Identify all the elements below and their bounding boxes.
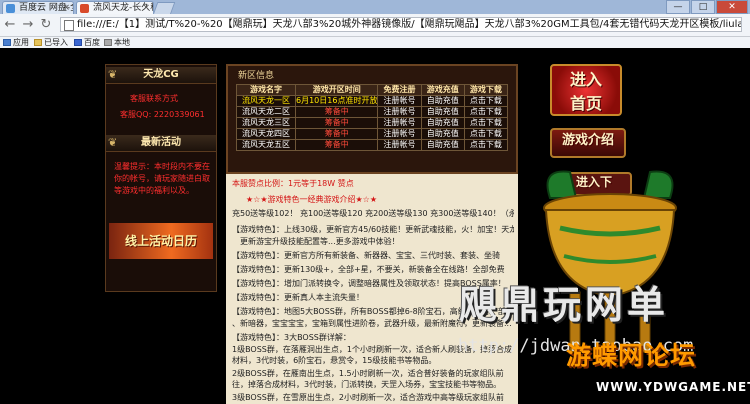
bookmark-apps[interactable]: 应用 xyxy=(3,37,29,48)
tab-liufeng-tianlong[interactable]: 流风天龙-长久稳定-只余 × xyxy=(76,1,154,14)
service-qq[interactable]: 客服QQ: 2220339061 xyxy=(120,109,205,120)
close-window-button[interactable]: ✕ xyxy=(716,0,748,14)
column-header: 游戏下载 xyxy=(463,84,509,96)
brand-overlay: 飓鼎玩网单 http://jdwan.taobao.com xyxy=(444,144,750,356)
open-time: 筹备中 xyxy=(294,128,379,140)
minimize-button[interactable]: — xyxy=(666,0,690,14)
bookmark-imported[interactable]: 已导入 xyxy=(34,37,68,48)
recharge-link[interactable]: 自助充值 xyxy=(420,106,465,118)
column-header: 游戏充值 xyxy=(420,84,465,96)
forum-watermark: 游蝶网论坛 xyxy=(566,341,697,370)
open-time: 筹备中 xyxy=(294,106,379,118)
forward-arrow-icon[interactable]: → xyxy=(20,17,36,33)
dragon-icon: ❦ xyxy=(108,136,118,149)
sidebar-header-activity: ❦ 最新活动 xyxy=(106,135,216,152)
boss-level-2: 2级BOSS群，在雁南出生点，1.5小时刷新一次，适合普好装备的玩家组队前往，掉… xyxy=(232,369,504,389)
register-link[interactable]: 注册帐号 xyxy=(377,106,422,118)
sidebar-header-cg: ❦ 天龙CG xyxy=(106,67,216,84)
download-link[interactable]: 点击下载 xyxy=(463,95,509,107)
server-name: 流风天龙四区 xyxy=(236,128,296,140)
register-link[interactable]: 注册帐号 xyxy=(377,128,422,140)
boss-level-3: 3级BOSS群，在雪原出生点，2小时刷新一次，适合游戏中高等级玩家组队前往，掉落… xyxy=(232,393,504,402)
reload-icon[interactable]: ↻ xyxy=(38,17,54,33)
table-row: 流风天龙四区 筹备中 注册帐号 自助充值 点击下载 xyxy=(236,128,509,140)
url-text: file:///E:/【1】测试/T%20-%20【飓鼎玩】天龙八部3%20城外… xyxy=(77,19,741,30)
column-header: 免费注册 xyxy=(377,84,422,96)
server-name: 流风天龙三区 xyxy=(236,117,296,129)
service-title: 客服联系方式 xyxy=(130,94,178,103)
address-bar[interactable]: file:///E:/【1】测试/T%20-%20【飓鼎玩】天龙八部3%20城外… xyxy=(60,17,742,32)
maximize-button[interactable]: □ xyxy=(691,0,715,14)
table-header-row: 游戏名字 游戏开区时间 免费注册 游戏充值 游戏下载 xyxy=(236,84,509,96)
page-icon xyxy=(64,20,74,31)
server-name: 流风天龙一区 xyxy=(236,95,296,107)
server-name: 流风天龙二区 xyxy=(236,106,296,118)
bookmark-baidu[interactable]: 百度 xyxy=(74,37,100,48)
table-row: 流风天龙二区 筹备中 注册帐号 自助充值 点击下载 xyxy=(236,106,509,118)
server-table: 游戏名字 游戏开区时间 免费注册 游戏充值 游戏下载 流风天龙一区 6月10日1… xyxy=(236,84,509,151)
recharge-link[interactable]: 自助充值 xyxy=(420,95,465,107)
table-row: 流风天龙一区 6月10日16点准时开放 注册帐号 自助充值 点击下载 xyxy=(236,95,509,107)
download-link[interactable]: 点击下载 xyxy=(463,106,509,118)
site-favicon-icon xyxy=(80,4,89,13)
open-time: 6月10日16点准时开放 xyxy=(294,95,379,107)
column-header: 游戏名字 xyxy=(236,84,296,96)
window-controls: — □ ✕ xyxy=(666,0,748,14)
bookmark-local[interactable]: 本地 xyxy=(104,37,130,48)
open-time: 筹备中 xyxy=(294,117,379,129)
download-link[interactable]: 点击下载 xyxy=(463,117,509,129)
column-header: 游戏开区时间 xyxy=(294,84,379,96)
open-time: 筹备中 xyxy=(294,139,379,151)
web-page: ❦ 天龙CG 客服联系方式 客服QQ: 2220339061 ❦ 最新活动 温馨… xyxy=(0,48,750,404)
register-link[interactable]: 注册帐号 xyxy=(377,139,422,151)
baidu-cloud-icon xyxy=(6,4,15,13)
register-link[interactable]: 注册帐号 xyxy=(377,117,422,129)
enter-homepage-button[interactable]: 进入 首页 xyxy=(550,64,622,116)
recharge-link[interactable]: 自助充值 xyxy=(420,117,465,129)
tab-strip: 百度云 网盘-全部文件 × 流风天龙-长久稳定-只余 × — □ ✕ xyxy=(0,0,750,15)
notice-title: 新区信息 xyxy=(238,71,275,81)
download-link[interactable]: 点击下载 xyxy=(463,128,509,140)
activity-note: 温馨提示：本时段内不要在你的帐号，请玩家随进白取等游戏中的福利以及。 xyxy=(114,162,210,195)
close-tab-icon[interactable]: × xyxy=(142,2,150,14)
register-link[interactable]: 注册帐号 xyxy=(377,95,422,107)
recharge-link[interactable]: 自助充值 xyxy=(420,128,465,140)
brand-name: 飓鼎玩网单 xyxy=(459,283,670,327)
tab-baidu-pan[interactable]: 百度云 网盘-全部文件 × xyxy=(2,1,74,14)
event-calendar-banner[interactable]: 线上活动日历 xyxy=(109,223,213,259)
server-name: 流风天龙五区 xyxy=(236,139,296,151)
sidebar: ❦ 天龙CG 客服联系方式 客服QQ: 2220339061 ❦ 最新活动 温馨… xyxy=(105,64,217,292)
back-arrow-icon[interactable]: ← xyxy=(2,17,18,33)
dragon-icon: ❦ xyxy=(108,68,118,81)
close-tab-icon[interactable]: × xyxy=(62,2,70,14)
table-row: 流风天龙三区 筹备中 注册帐号 自助充值 点击下载 xyxy=(236,117,509,129)
navigation-bar: ← → ↻ file:///E:/【1】测试/T%20-%20【飓鼎玩】天龙八部… xyxy=(0,14,750,37)
forum-watermark-url: WWW.YDWGAME.NET xyxy=(596,380,750,394)
